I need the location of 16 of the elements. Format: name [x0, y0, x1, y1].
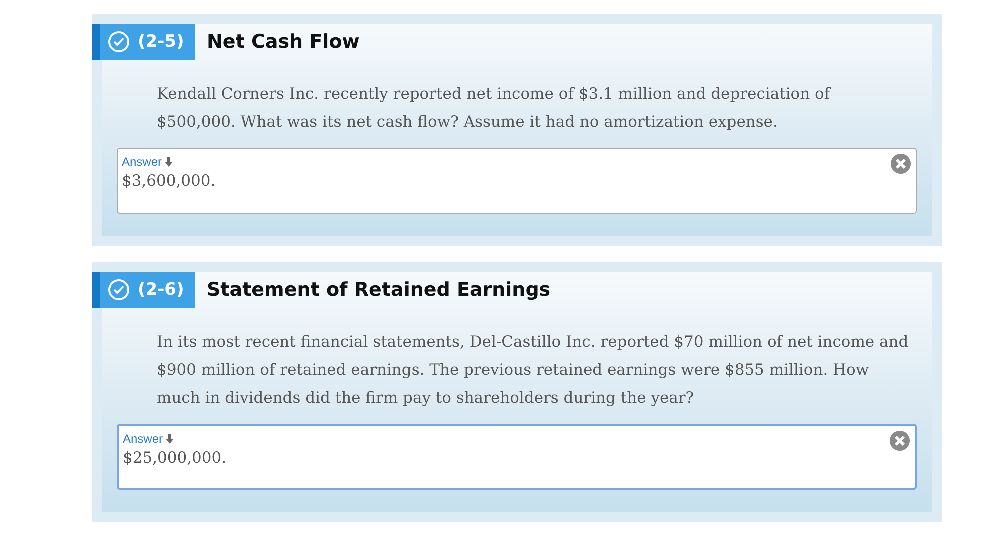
question-title: Net Cash Flow	[207, 31, 360, 53]
clear-icon[interactable]	[890, 431, 910, 451]
question-number: (2-6)	[138, 280, 184, 300]
answer-field[interactable]: Answer $25,000,000.	[117, 424, 917, 490]
down-arrow-icon	[166, 434, 174, 444]
question-number: (2-5)	[138, 32, 184, 52]
clear-icon[interactable]	[891, 154, 911, 174]
answer-label: Answer	[123, 432, 174, 446]
question-text: Kendall Corners Inc. recently reported net income of $3.1 million and depreciation of $500,000. What was its net cash flow? Assume it had no amortization expense.	[157, 84, 832, 133]
question-title: Statement of Retained Earnings	[207, 279, 551, 301]
question-text: In its most recent financial statements, Del-Castillo Inc. reported $70 million of net income and $900 million of retained earnings. The previous retained earnings were $855 million. How much in dividends did the firm pay to shareholders during the year?	[157, 332, 910, 409]
answer-value: $25,000,000.	[123, 449, 227, 467]
down-arrow-icon	[165, 157, 174, 167]
answer-field[interactable]: Answer $3,600,000.	[117, 148, 917, 214]
answer-label: Answer	[122, 155, 174, 169]
answer-value: $3,600,000.	[122, 172, 216, 190]
